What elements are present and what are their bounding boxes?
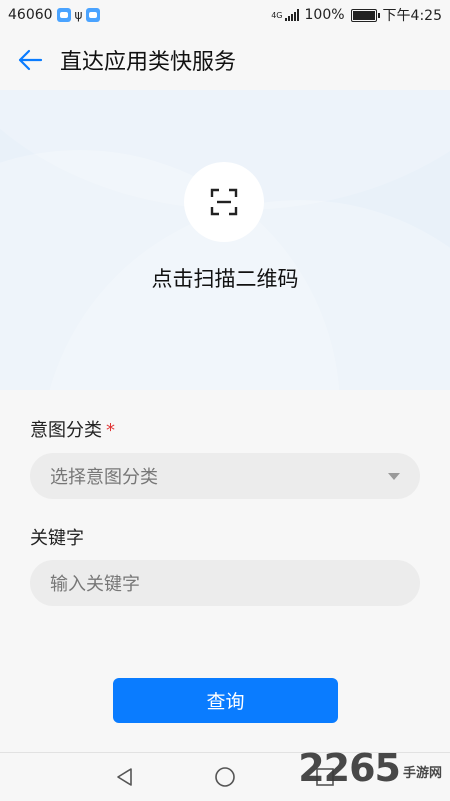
watermark-logo: 2265 手游网: [298, 746, 442, 790]
keyword-placeholder: 输入关键字: [50, 574, 140, 595]
scan-banner[interactable]: 点击扫描二维码: [0, 90, 450, 390]
intent-category-label: 意图分类 *: [30, 416, 115, 442]
signal-icon: [284, 9, 299, 21]
intent-category-select[interactable]: 选择意图分类: [30, 453, 420, 499]
notification-app-icon-2: [86, 8, 101, 22]
battery-percent: 100%: [304, 7, 345, 23]
query-button[interactable]: 查询: [113, 678, 338, 723]
watermark-text: 手游网: [402, 766, 442, 781]
watermark-number: 2265: [298, 746, 401, 790]
scan-qr-label[interactable]: 点击扫描二维码: [0, 263, 450, 293]
back-button[interactable]: [10, 40, 50, 80]
carrier-code: 46060: [8, 7, 53, 23]
keyword-label: 关键字: [30, 528, 84, 549]
arrow-left-icon: [18, 49, 43, 71]
required-mark: *: [106, 420, 115, 441]
network-type: 4G: [271, 11, 283, 20]
status-bar: 46060 ψ 4G 100% 下午4:25: [0, 0, 450, 30]
keyword-input[interactable]: 输入关键字: [30, 560, 420, 606]
usb-icon: ψ: [74, 8, 83, 22]
chevron-down-icon: [388, 473, 400, 480]
intent-category-label-text: 意图分类: [30, 420, 102, 441]
battery-icon: [350, 8, 380, 22]
page-title: 直达应用类快服务: [60, 50, 237, 75]
nav-back-icon[interactable]: [113, 765, 137, 789]
intent-category-placeholder: 选择意图分类: [50, 467, 158, 488]
app-bar: 直达应用类快服务: [0, 30, 450, 90]
scan-qr-button[interactable]: [184, 162, 264, 242]
clock: 下午4:25: [382, 8, 442, 24]
nav-home-icon[interactable]: [213, 765, 237, 789]
notification-app-icon: [56, 8, 71, 22]
scan-icon: [210, 188, 238, 216]
status-left: 46060 ψ: [0, 7, 101, 23]
status-right: 4G 100% 下午4:25: [271, 5, 450, 25]
